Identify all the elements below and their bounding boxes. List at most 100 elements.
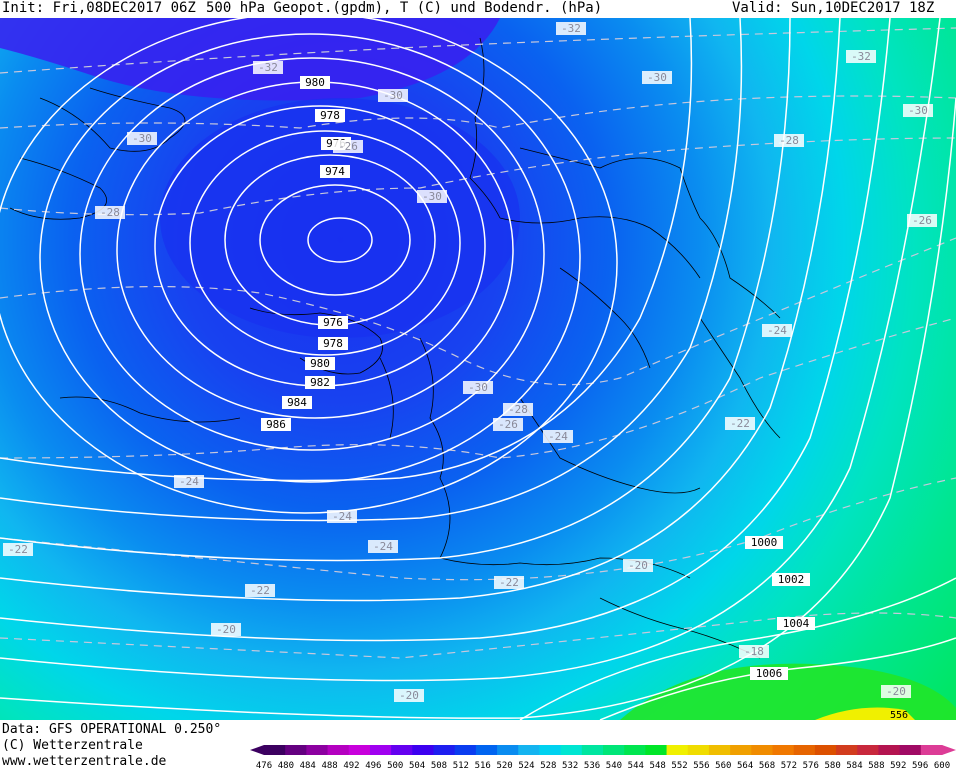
svg-text:-32: -32 xyxy=(561,22,581,35)
temperature-label: -22 xyxy=(725,417,755,430)
colorbar-swatch xyxy=(327,745,350,755)
svg-text:-24: -24 xyxy=(548,430,568,443)
svg-text:-20: -20 xyxy=(216,623,236,636)
colorbar-swatch xyxy=(518,745,540,755)
colorbar-left-arrow xyxy=(250,745,264,755)
colorbar-swatch xyxy=(539,745,562,755)
colorbar-tick-label: 600 xyxy=(934,761,950,770)
pressure-label: 984 xyxy=(282,396,312,409)
pressure-label: 978 xyxy=(315,109,345,122)
temperature-label: -26 xyxy=(493,418,523,431)
svg-text:-22: -22 xyxy=(8,543,28,556)
pressure-label: 974 xyxy=(320,165,350,178)
svg-text:974: 974 xyxy=(325,165,345,178)
svg-text:-26: -26 xyxy=(338,140,358,153)
temperature-label: -22 xyxy=(494,576,524,589)
temperature-label: -32 xyxy=(846,50,876,63)
colorbar-tick-label: 508 xyxy=(431,761,447,770)
colorbar-swatch xyxy=(285,745,307,755)
temperature-label: -28 xyxy=(774,134,804,147)
svg-text:-30: -30 xyxy=(908,104,928,117)
geopotential-556-label: 556 xyxy=(890,710,908,720)
colorbar-tick-label: 576 xyxy=(803,761,819,770)
colorbar-swatch xyxy=(603,745,625,755)
colorbar-swatch xyxy=(836,745,858,755)
colorbar-swatch xyxy=(454,745,477,755)
colorbar-swatch xyxy=(666,745,689,755)
svg-text:980: 980 xyxy=(310,357,330,370)
colorbar-swatch xyxy=(814,745,837,755)
svg-text:-26: -26 xyxy=(912,214,932,227)
colorbar-tick-label: 588 xyxy=(868,761,884,770)
geopotential-colorbar: 476 480 484 488 492 496 500 504 508 512 516 520 524 5… xyxy=(250,745,956,770)
colorbar-tick-label: 492 xyxy=(343,761,359,770)
svg-text:980: 980 xyxy=(305,76,325,89)
pressure-label: 978 xyxy=(318,337,348,350)
data-source-text: Data: GFS OPERATIONAL 0.250° xyxy=(2,722,222,737)
colorbar-swatch xyxy=(433,745,456,755)
colorbar-tick-label: 480 xyxy=(278,761,294,770)
temperature-label: -20 xyxy=(394,689,424,702)
map-title: 500 hPa Geopot.(gpdm), T (C) und Bodendr… xyxy=(206,0,603,16)
temperature-label: -20 xyxy=(211,623,241,636)
temperature-label: -30 xyxy=(127,132,157,145)
colorbar-tick-label: 516 xyxy=(475,761,491,770)
svg-text:-22: -22 xyxy=(730,417,750,430)
pressure-label: 1000 xyxy=(745,536,783,549)
temperature-label: -20 xyxy=(881,685,911,698)
svg-text:-24: -24 xyxy=(332,510,352,523)
temperature-label: -24 xyxy=(762,324,792,337)
colorbar-tick-label: 524 xyxy=(518,761,534,770)
svg-text:-30: -30 xyxy=(132,132,152,145)
svg-text:-20: -20 xyxy=(399,689,419,702)
colorbar-tick-label: 484 xyxy=(300,761,316,770)
temperature-label: -24 xyxy=(543,430,573,443)
svg-text:986: 986 xyxy=(266,418,286,431)
colorbar-swatch xyxy=(772,745,795,755)
temperature-label: -24 xyxy=(174,475,204,488)
colorbar-tick-label: 520 xyxy=(496,761,512,770)
svg-text:-22: -22 xyxy=(499,576,519,589)
svg-text:-22: -22 xyxy=(250,584,270,597)
colorbar-tick-label: 532 xyxy=(562,761,578,770)
svg-text:982: 982 xyxy=(310,376,330,389)
temperature-label: -30 xyxy=(378,89,408,102)
temperature-label: -30 xyxy=(903,104,933,117)
colorbar-swatch xyxy=(560,745,583,755)
colorbar-swatch xyxy=(306,745,329,755)
colorbar-tick-label: 528 xyxy=(540,761,556,770)
svg-text:-32: -32 xyxy=(851,50,871,63)
temperature-label: -28 xyxy=(503,403,533,416)
svg-text:-30: -30 xyxy=(647,71,667,84)
temperature-label: -24 xyxy=(368,540,398,553)
colorbar-swatch xyxy=(687,745,710,755)
temperature-label: -26 xyxy=(907,214,937,227)
colorbar-tick-label: 596 xyxy=(912,761,928,770)
colorbar-swatch xyxy=(497,745,519,755)
colorbar-swatch xyxy=(920,745,943,755)
temperature-label: -18 xyxy=(739,645,769,658)
colorbar-tick-label: 476 xyxy=(256,761,272,770)
svg-text:984: 984 xyxy=(287,396,307,409)
svg-text:1002: 1002 xyxy=(778,573,805,586)
pressure-label: 980 xyxy=(300,76,330,89)
colorbar-tick-label: 500 xyxy=(387,761,403,770)
colorbar-swatch xyxy=(348,745,371,755)
svg-text:1006: 1006 xyxy=(756,667,783,680)
colorbar-swatch xyxy=(793,745,816,755)
colorbar-tick-label: 540 xyxy=(606,761,622,770)
svg-text:1000: 1000 xyxy=(751,536,778,549)
temperature-label: -32 xyxy=(556,22,586,35)
svg-text:-18: -18 xyxy=(744,645,764,658)
colorbar-tick-label: 536 xyxy=(584,761,600,770)
colorbar-tick-label: 564 xyxy=(737,761,753,770)
svg-text:-30: -30 xyxy=(422,190,442,203)
website-url-text: www.wetterzentrale.de xyxy=(2,754,167,769)
pressure-label: 980 xyxy=(305,357,335,370)
colorbar-tick-label: 504 xyxy=(409,761,425,770)
pressure-label: 1006 xyxy=(750,667,788,680)
colorbar-swatch xyxy=(878,745,901,755)
temperature-label: -30 xyxy=(417,190,447,203)
pressure-label: 986 xyxy=(261,418,291,431)
svg-text:976: 976 xyxy=(323,316,343,329)
